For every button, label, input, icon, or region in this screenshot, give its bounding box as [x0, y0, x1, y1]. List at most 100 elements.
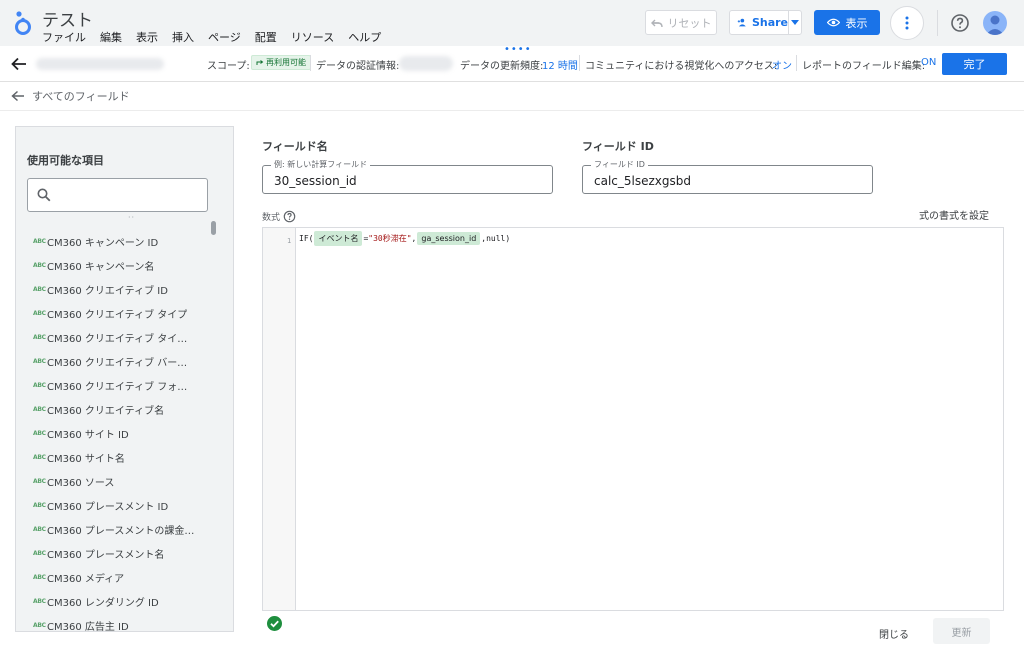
update-button[interactable]: 更新	[933, 618, 990, 644]
help-icon[interactable]	[283, 210, 296, 223]
menu-help[interactable]: ヘルプ	[348, 29, 381, 45]
community-access-value-link[interactable]: オン	[772, 57, 792, 72]
separator	[579, 55, 580, 71]
add-person-icon	[737, 18, 746, 27]
menu-insert[interactable]: 挿入	[172, 29, 194, 45]
line-number: 1	[287, 237, 292, 245]
field-list-item[interactable]: ABC CM360 プレースメントの課金形...	[16, 517, 211, 541]
field-list-item-label: CM360 レンダリング ID	[47, 597, 159, 609]
separator	[310, 55, 311, 71]
field-edit-value-link[interactable]: ON	[921, 57, 936, 68]
share-label: Share	[751, 16, 788, 29]
menu-bar: ファイル 編集 表示 挿入 ページ 配置 リソース ヘルプ	[42, 29, 381, 45]
field-name-legend: 例: 新しい計算フィールド	[271, 160, 371, 170]
search-icon	[37, 188, 51, 202]
done-button[interactable]: 完了	[942, 53, 1007, 75]
share-dropdown[interactable]	[788, 11, 801, 34]
more-vert-icon	[905, 16, 909, 30]
field-list-item-label: CM360 クリエイティブ名	[47, 405, 165, 417]
drag-handle[interactable]: ••••	[504, 45, 532, 55]
field-chip-event-name[interactable]: イベント名	[314, 231, 363, 246]
menu-arrange[interactable]: 配置	[255, 29, 277, 45]
report-title[interactable]: テスト	[42, 6, 93, 31]
line-gutter: 1	[263, 228, 296, 610]
field-chip-session-id[interactable]: ga_session_id	[417, 232, 481, 245]
text-type-icon: ABC	[33, 333, 46, 341]
field-edit-label: レポートのフィールド編集:	[802, 61, 926, 72]
looker-studio-logo-icon[interactable]	[12, 8, 34, 36]
field-search-input[interactable]	[27, 178, 208, 212]
back-arrow-icon[interactable]	[10, 55, 28, 73]
eye-icon	[826, 18, 840, 27]
field-list-item-label: CM360 クリエイティブ バージョ...	[47, 357, 197, 369]
scope-chip-label: 再利用可能	[266, 58, 306, 67]
menu-file[interactable]: ファイル	[42, 29, 86, 45]
field-list-item[interactable]: ABC CM360 広告主 ID	[16, 613, 211, 632]
scope-chip[interactable]: 再利用可能	[251, 55, 311, 70]
field-list-item[interactable]: ABC CM360 クリエイティブ名	[16, 397, 211, 421]
field-list-item-label: CM360 キャンペーン ID	[47, 237, 159, 249]
field-list-item-label: CM360 クリエイティブ ID	[47, 285, 168, 297]
field-list-item[interactable]: ABC CM360 プレースメント ID	[16, 493, 211, 517]
list-drag-handle: ··	[128, 213, 136, 222]
formula-label-text: 数式	[262, 213, 281, 223]
field-list-item-label: CM360 サイト ID	[47, 429, 129, 441]
share-button[interactable]: Share	[729, 10, 802, 35]
field-list-item[interactable]: ABC CM360 メディア	[16, 565, 211, 589]
all-fields-link[interactable]: すべてのフィールド	[32, 88, 130, 104]
code-comma: ,	[411, 234, 417, 243]
field-id-input[interactable]: フィールド ID calc_5lsezxgsbd	[582, 160, 873, 194]
field-name-input[interactable]: 例: 新しい計算フィールド 30_session_id	[262, 160, 553, 194]
credentials-value-redacted[interactable]	[399, 56, 453, 71]
text-type-icon: ABC	[33, 621, 46, 629]
field-list-item[interactable]: ABC CM360 クリエイティブ タイプ ID	[16, 325, 211, 349]
account-avatar[interactable]	[983, 11, 1007, 35]
menu-edit[interactable]: 編集	[100, 29, 122, 45]
field-list-item[interactable]: ABC CM360 クリエイティブ タイプ	[16, 301, 211, 325]
menu-resource[interactable]: リソース	[291, 29, 334, 45]
text-type-icon: ABC	[33, 501, 46, 509]
field-list-item-label: CM360 メディア	[47, 573, 125, 585]
formula-label: 数式	[262, 210, 296, 223]
field-list-item[interactable]: ABC CM360 ソース	[16, 469, 211, 493]
field-list-item-label: CM360 クリエイティブ タイプ	[47, 309, 188, 321]
field-list-item[interactable]: ABC CM360 プレースメント名	[16, 541, 211, 565]
menu-page[interactable]: ページ	[208, 29, 241, 45]
credentials-label: データの認証情報:	[316, 61, 400, 72]
field-list-item-label: CM360 広告主 ID	[47, 621, 129, 632]
formula-code[interactable]: IF( イベント名 = "30秒滞在" , ga_session_id ,nul…	[299, 231, 510, 246]
view-button[interactable]: 表示	[814, 10, 880, 35]
person-icon	[986, 15, 1004, 35]
formula-editor[interactable]: 1 IF( イベント名 = "30秒滞在" , ga_session_id ,n…	[262, 227, 1004, 611]
field-list-item[interactable]: ABC CM360 サイト ID	[16, 421, 211, 445]
text-type-icon: ABC	[33, 549, 46, 557]
more-options-button[interactable]	[890, 6, 924, 40]
text-type-icon: ABC	[33, 573, 46, 581]
list-scrollbar[interactable]	[211, 221, 216, 235]
text-type-icon: ABC	[33, 525, 46, 533]
field-list-item[interactable]: ABC CM360 キャンペーン ID	[16, 229, 211, 253]
field-list-item[interactable]: ABC CM360 レンダリング ID	[16, 589, 211, 613]
field-list-item[interactable]: ABC CM360 クリエイティブ ID	[16, 277, 211, 301]
share-main[interactable]: Share	[730, 11, 788, 34]
reset-button[interactable]: リセット	[645, 10, 717, 35]
field-list-item[interactable]: ABC CM360 サイト名	[16, 445, 211, 469]
breadcrumb[interactable]: すべてのフィールド	[11, 88, 130, 104]
help-icon[interactable]	[950, 13, 970, 33]
data-source-name-redacted	[36, 58, 164, 70]
text-type-icon: ABC	[33, 477, 46, 485]
text-type-icon: ABC	[33, 453, 46, 461]
close-button[interactable]: 閉じる	[879, 626, 909, 641]
field-list-item[interactable]: ABC CM360 クリエイティブ バージョ...	[16, 349, 211, 373]
reset-label: リセット	[667, 16, 712, 30]
back-arrow-icon[interactable]	[11, 90, 25, 102]
menu-view[interactable]: 表示	[136, 29, 158, 45]
field-list-item[interactable]: ABC CM360 クリエイティブ フォーマ...	[16, 373, 211, 397]
code-null: ,null)	[481, 234, 511, 243]
refresh-value-link[interactable]: 12 時間	[542, 57, 578, 72]
field-list-item[interactable]: ABC CM360 キャンペーン名	[16, 253, 211, 277]
toolbar-divider	[937, 10, 938, 36]
format-formula-link[interactable]: 式の書式を設定	[919, 207, 989, 222]
caret-down-icon	[791, 20, 799, 25]
panel-title: 使用可能な項目	[27, 154, 104, 167]
